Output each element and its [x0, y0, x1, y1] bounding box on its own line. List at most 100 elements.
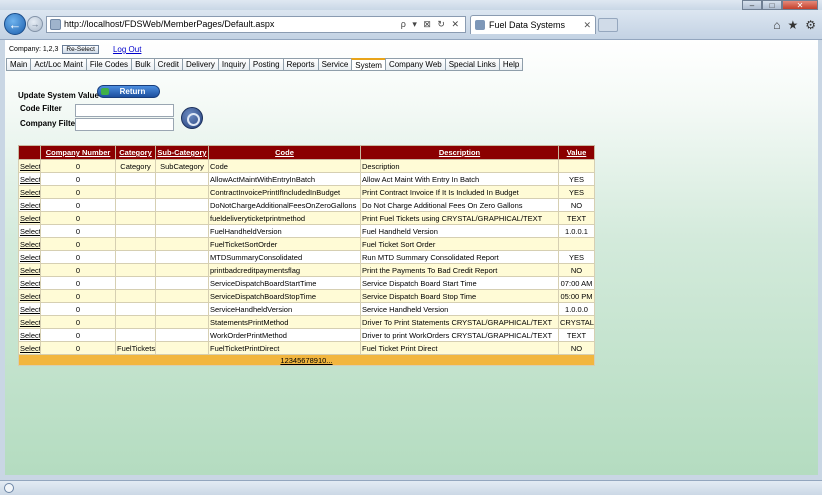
column-header-code[interactable]: Code [208, 145, 361, 160]
select-link[interactable]: Select [18, 341, 41, 355]
menu-tab-bulk[interactable]: Bulk [131, 58, 154, 71]
select-link[interactable]: Select [18, 237, 41, 251]
column-header-value[interactable]: Value [558, 145, 595, 160]
new-tab-button[interactable] [598, 18, 618, 32]
table-row: Select 0 fueldeliveryticketprintmethod Prin… [18, 211, 595, 225]
cell-code: AllowActMaintWithEntryInBatch [208, 172, 361, 186]
cell-category [115, 276, 156, 290]
settings-gear-icon[interactable]: ⚙ [805, 18, 816, 32]
code-filter-input[interactable] [75, 104, 174, 117]
tab-favicon-icon [475, 20, 485, 30]
forward-arrow-icon: → [30, 19, 40, 29]
menu-tab-service[interactable]: Service [317, 58, 352, 71]
cell-company: 0 [40, 289, 116, 303]
select-link[interactable]: Select [18, 289, 41, 303]
cell-category [115, 302, 156, 316]
select-link[interactable]: Select [18, 185, 41, 199]
favorites-star-icon[interactable]: ★ [787, 18, 798, 32]
cell-company: 0 [40, 250, 116, 264]
select-link[interactable]: Select [18, 263, 41, 277]
menu-tab-special-links[interactable]: Special Links [444, 58, 499, 71]
table-row: Select 0 AllowActMaintWithEntryInBatch Allo… [18, 172, 595, 186]
pager-links[interactable]: 12345678910... [18, 354, 595, 366]
system-values-grid: Company Number Category Sub-Category Code De… [18, 145, 595, 366]
cell-value: NO [558, 198, 595, 212]
search-filter-button[interactable] [181, 107, 203, 129]
company-filter-input[interactable] [75, 118, 174, 131]
cell-subcategory [155, 211, 209, 225]
select-link[interactable]: Select [18, 198, 41, 212]
code-filter-label: Code Filter [20, 104, 62, 113]
window-controls: – □ ✕ [742, 0, 818, 10]
select-link[interactable]: Select [18, 211, 41, 225]
cell-subcategory [155, 250, 209, 264]
cell-code: fueldeliveryticketprintmethod [208, 211, 361, 225]
cell-category: FuelTickets [115, 341, 156, 355]
menu-tab-inquiry[interactable]: Inquiry [217, 58, 249, 71]
cell-description: Do Not Charge Additional Fees On Zero Ga… [360, 198, 559, 212]
cell-description: Allow Act Maint With Entry In Batch [360, 172, 559, 186]
maximize-button[interactable]: □ [762, 0, 782, 10]
close-window-button[interactable]: ✕ [782, 0, 818, 10]
cell-category [115, 250, 156, 264]
column-header-description[interactable]: Description [360, 145, 559, 160]
forward-button[interactable]: → [27, 16, 43, 32]
cell-code: ServiceHandheldVersion [208, 302, 361, 316]
select-link[interactable]: Select [18, 172, 41, 186]
select-link[interactable]: Select [18, 315, 41, 329]
logout-link[interactable]: Log Out [113, 45, 141, 54]
return-button[interactable]: Return [97, 85, 160, 98]
cell-value [558, 237, 595, 251]
menu-tab-act-loc-maint[interactable]: Act/Loc Maint [30, 58, 86, 71]
cell-value: 1.0.0.1 [558, 224, 595, 238]
menu-tab-reports[interactable]: Reports [282, 58, 318, 71]
cell-code: MTDSummaryConsolidated [208, 250, 361, 264]
cell-code: WorkOrderPrintMethod [208, 328, 361, 342]
address-bar[interactable]: http://localhost/FDSWeb/MemberPages/Defa… [46, 16, 466, 33]
menu-tab-main[interactable]: Main [6, 58, 31, 71]
tab-close-icon[interactable]: ✕ [583, 16, 591, 34]
cell-description: Fuel Ticket Print Direct [360, 341, 559, 355]
main-menu: Main Act/Loc Maint File Codes Bulk Credit Del… [6, 58, 524, 71]
cell-description: Service Dispatch Board Start Time [360, 276, 559, 290]
menu-tab-credit[interactable]: Credit [153, 58, 182, 71]
cell-company: 0 [40, 198, 116, 212]
cell-code: ServiceDispatchBoardStartTime [208, 276, 361, 290]
table-row: Select 0 ContractInvoicePrintIfIncludedInB… [18, 185, 595, 199]
select-link[interactable]: Select [18, 250, 41, 264]
select-link[interactable]: Select [18, 328, 41, 342]
select-link[interactable]: Select [18, 159, 41, 173]
page-favicon-icon [50, 19, 61, 30]
address-bar-controls[interactable]: ρ ▾ ⊠ ↻ ✕ [401, 17, 461, 32]
address-url: http://localhost/FDSWeb/MemberPages/Defa… [64, 19, 275, 29]
menu-tab-delivery[interactable]: Delivery [181, 58, 218, 71]
menu-tab-file-codes[interactable]: File Codes [85, 58, 132, 71]
cell-company: 0 [40, 224, 116, 238]
cell-category [115, 224, 156, 238]
reselect-button[interactable]: Re-Select [62, 45, 99, 54]
column-header-category[interactable]: Category [115, 145, 156, 160]
cell-category [115, 198, 156, 212]
menu-tab-system[interactable]: System [351, 58, 385, 71]
home-icon[interactable]: ⌂ [773, 18, 780, 32]
select-link[interactable]: Select [18, 302, 41, 316]
column-header-sub-category[interactable]: Sub-Category [155, 145, 209, 160]
cell-description: Print Fuel Tickets using CRYSTAL/GRAPHIC… [360, 211, 559, 225]
select-link[interactable]: Select [18, 276, 41, 290]
cell-value: 07:00 AM [558, 276, 595, 290]
cell-value: TEXT [558, 211, 595, 225]
back-button[interactable]: ← [4, 13, 26, 35]
cell-description: Fuel Ticket Sort Order [360, 237, 559, 251]
table-row: Select 0 ServiceDispatchBoardStopTime Servi… [18, 289, 595, 303]
menu-tab-help[interactable]: Help [498, 58, 524, 71]
browser-tab[interactable]: Fuel Data Systems ✕ [470, 15, 596, 34]
column-header-company-number[interactable]: Company Number [40, 145, 116, 160]
menu-tab-company-web[interactable]: Company Web [384, 58, 445, 71]
status-icon [4, 483, 14, 493]
minimize-button[interactable]: – [742, 0, 762, 10]
pager-row: 12345678910... [18, 354, 595, 366]
cell-subcategory [155, 276, 209, 290]
select-link[interactable]: Select [18, 224, 41, 238]
menu-tab-posting[interactable]: Posting [248, 58, 283, 71]
table-row: Select 0 FuelTickets FuelTicketPrintDirect F… [18, 341, 595, 355]
